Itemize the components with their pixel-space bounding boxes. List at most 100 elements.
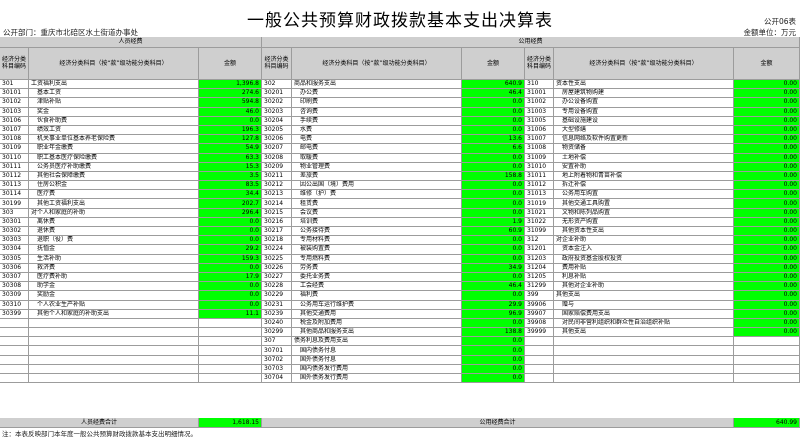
row-code: 31001 xyxy=(525,89,554,99)
row-name: 助学金 xyxy=(29,282,199,292)
row-name: 医疗费补助 xyxy=(29,272,199,283)
row-code: 30703 xyxy=(262,364,292,374)
row-name: 救济费 xyxy=(29,263,199,273)
row-amount: 0.0 xyxy=(199,291,262,301)
row-code: 31201 xyxy=(525,245,554,255)
row-amount: 0.00 xyxy=(734,125,800,136)
row-amount: 0.0 xyxy=(462,346,525,356)
row-name: 信息网络及软件购置更新 xyxy=(554,135,734,145)
row-amount: 0.00 xyxy=(734,181,800,191)
row-code: 39908 xyxy=(525,318,554,329)
row-name: 邮电费 xyxy=(292,144,462,154)
header-row-columns: 经济分类科目编码 经济分类科目（按“款”级功能分类科目） 金额 经济分类科目编码… xyxy=(0,48,800,80)
row-code xyxy=(0,346,29,356)
row-amount: 0.00 xyxy=(734,263,800,273)
row-amount: 11.1 xyxy=(199,309,262,319)
row-amount: 0.00 xyxy=(734,153,800,163)
row-amount: 0.0 xyxy=(462,272,525,283)
row-code: 30304 xyxy=(0,245,29,255)
row-amount: 34.9 xyxy=(462,263,525,273)
row-amount: 0.0 xyxy=(462,199,525,209)
row-amount: 202.7 xyxy=(199,199,262,209)
row-code: 30307 xyxy=(0,272,29,283)
row-amount xyxy=(199,364,262,374)
row-amount xyxy=(199,328,262,338)
row-name: 税金及附加费用 xyxy=(292,318,462,329)
row-name xyxy=(29,346,199,356)
row-code: 301 xyxy=(0,80,29,90)
row-name: 其他交通费用 xyxy=(292,309,462,319)
footnote: 注：本表反映部门本年度一般公共预算财政拨款基本支出明细情况。 xyxy=(2,430,197,438)
row-code xyxy=(0,355,29,365)
row-name: 商品和服务支出 xyxy=(292,80,462,90)
row-code: 30704 xyxy=(262,374,292,384)
row-amount: 0.00 xyxy=(734,80,800,90)
row-amount: 83.5 xyxy=(199,181,262,191)
row-code: 30203 xyxy=(262,107,292,117)
row-amount: 0.0 xyxy=(462,291,525,301)
row-amount: 0.0 xyxy=(462,318,525,329)
row-amount: 0.00 xyxy=(734,208,800,218)
row-code: 30224 xyxy=(262,245,292,255)
row-amount: 0.00 xyxy=(734,254,800,264)
row-code: 30107 xyxy=(0,125,29,136)
row-code xyxy=(525,374,554,384)
row-code: 30229 xyxy=(262,291,292,301)
row-code: 31013 xyxy=(525,190,554,200)
row-name: 安置补助 xyxy=(554,162,734,172)
col-code-header: 经济分类科目编码 xyxy=(262,48,292,80)
personnel-total-label: 人员经费合计 xyxy=(0,418,199,428)
row-name: 其他交通工具购置 xyxy=(554,199,734,209)
row-code: 30212 xyxy=(262,181,292,191)
row-amount: 1.9 xyxy=(462,217,525,227)
row-name: 抚恤金 xyxy=(29,245,199,255)
row-code: 302 xyxy=(262,80,292,90)
row-name: 会议费 xyxy=(292,208,462,218)
row-code: 30108 xyxy=(0,135,29,145)
row-name: 专用燃料费 xyxy=(292,254,462,264)
row-name xyxy=(29,374,199,384)
row-code: 30309 xyxy=(0,291,29,301)
row-amount: 96.9 xyxy=(462,309,525,319)
row-name: 债务利息及费用支出 xyxy=(292,337,462,347)
row-name: 公务用车购置 xyxy=(554,190,734,200)
public-total-label: 公用经费合计 xyxy=(262,418,734,428)
row-amount: 0.00 xyxy=(734,291,800,301)
row-code: 31010 xyxy=(525,162,554,172)
row-code: 30310 xyxy=(0,300,29,310)
row-amount: 46.0 xyxy=(199,107,262,117)
col-code-header: 经济分类科目编码 xyxy=(525,48,554,80)
row-name: 公务员医疗补助缴费 xyxy=(29,162,199,172)
row-amount: 0.00 xyxy=(734,190,800,200)
row-amount xyxy=(734,355,800,365)
public-total-amount: 640.99 xyxy=(734,418,800,428)
row-name: 培训费 xyxy=(292,217,462,227)
row-name: 工资福利支出 xyxy=(29,80,199,90)
row-name: 对企业补助 xyxy=(554,236,734,246)
row-name: 国内债务付息 xyxy=(292,346,462,356)
row-name: 委托业务费 xyxy=(292,272,462,283)
row-code: 39999 xyxy=(525,328,554,338)
row-code: 30102 xyxy=(0,98,29,108)
row-name: 政府投资基金股权投资 xyxy=(554,254,734,264)
row-amount: 0.00 xyxy=(734,98,800,108)
row-name: 取暖费 xyxy=(292,153,462,163)
row-name: 奖励金 xyxy=(29,291,199,301)
row-amount: 0.00 xyxy=(734,144,800,154)
row-amount: 0.0 xyxy=(462,162,525,172)
row-code: 30701 xyxy=(262,346,292,356)
row-name: 工会经费 xyxy=(292,282,462,292)
row-amount: 0.00 xyxy=(734,89,800,99)
row-name: 电费 xyxy=(292,135,462,145)
row-amount xyxy=(734,337,800,347)
row-name xyxy=(554,355,734,365)
row-name: 资本性支出 xyxy=(554,80,734,90)
row-name: 对个人和家庭的补助 xyxy=(29,208,199,218)
row-code: 30216 xyxy=(262,217,292,227)
row-amount: 0.0 xyxy=(199,116,262,126)
row-code: 30215 xyxy=(262,208,292,218)
row-code: 30211 xyxy=(262,171,292,182)
row-name: 其他资本性支出 xyxy=(554,227,734,237)
row-name: 其他支出 xyxy=(554,328,734,338)
row-amount: 0.0 xyxy=(462,190,525,200)
